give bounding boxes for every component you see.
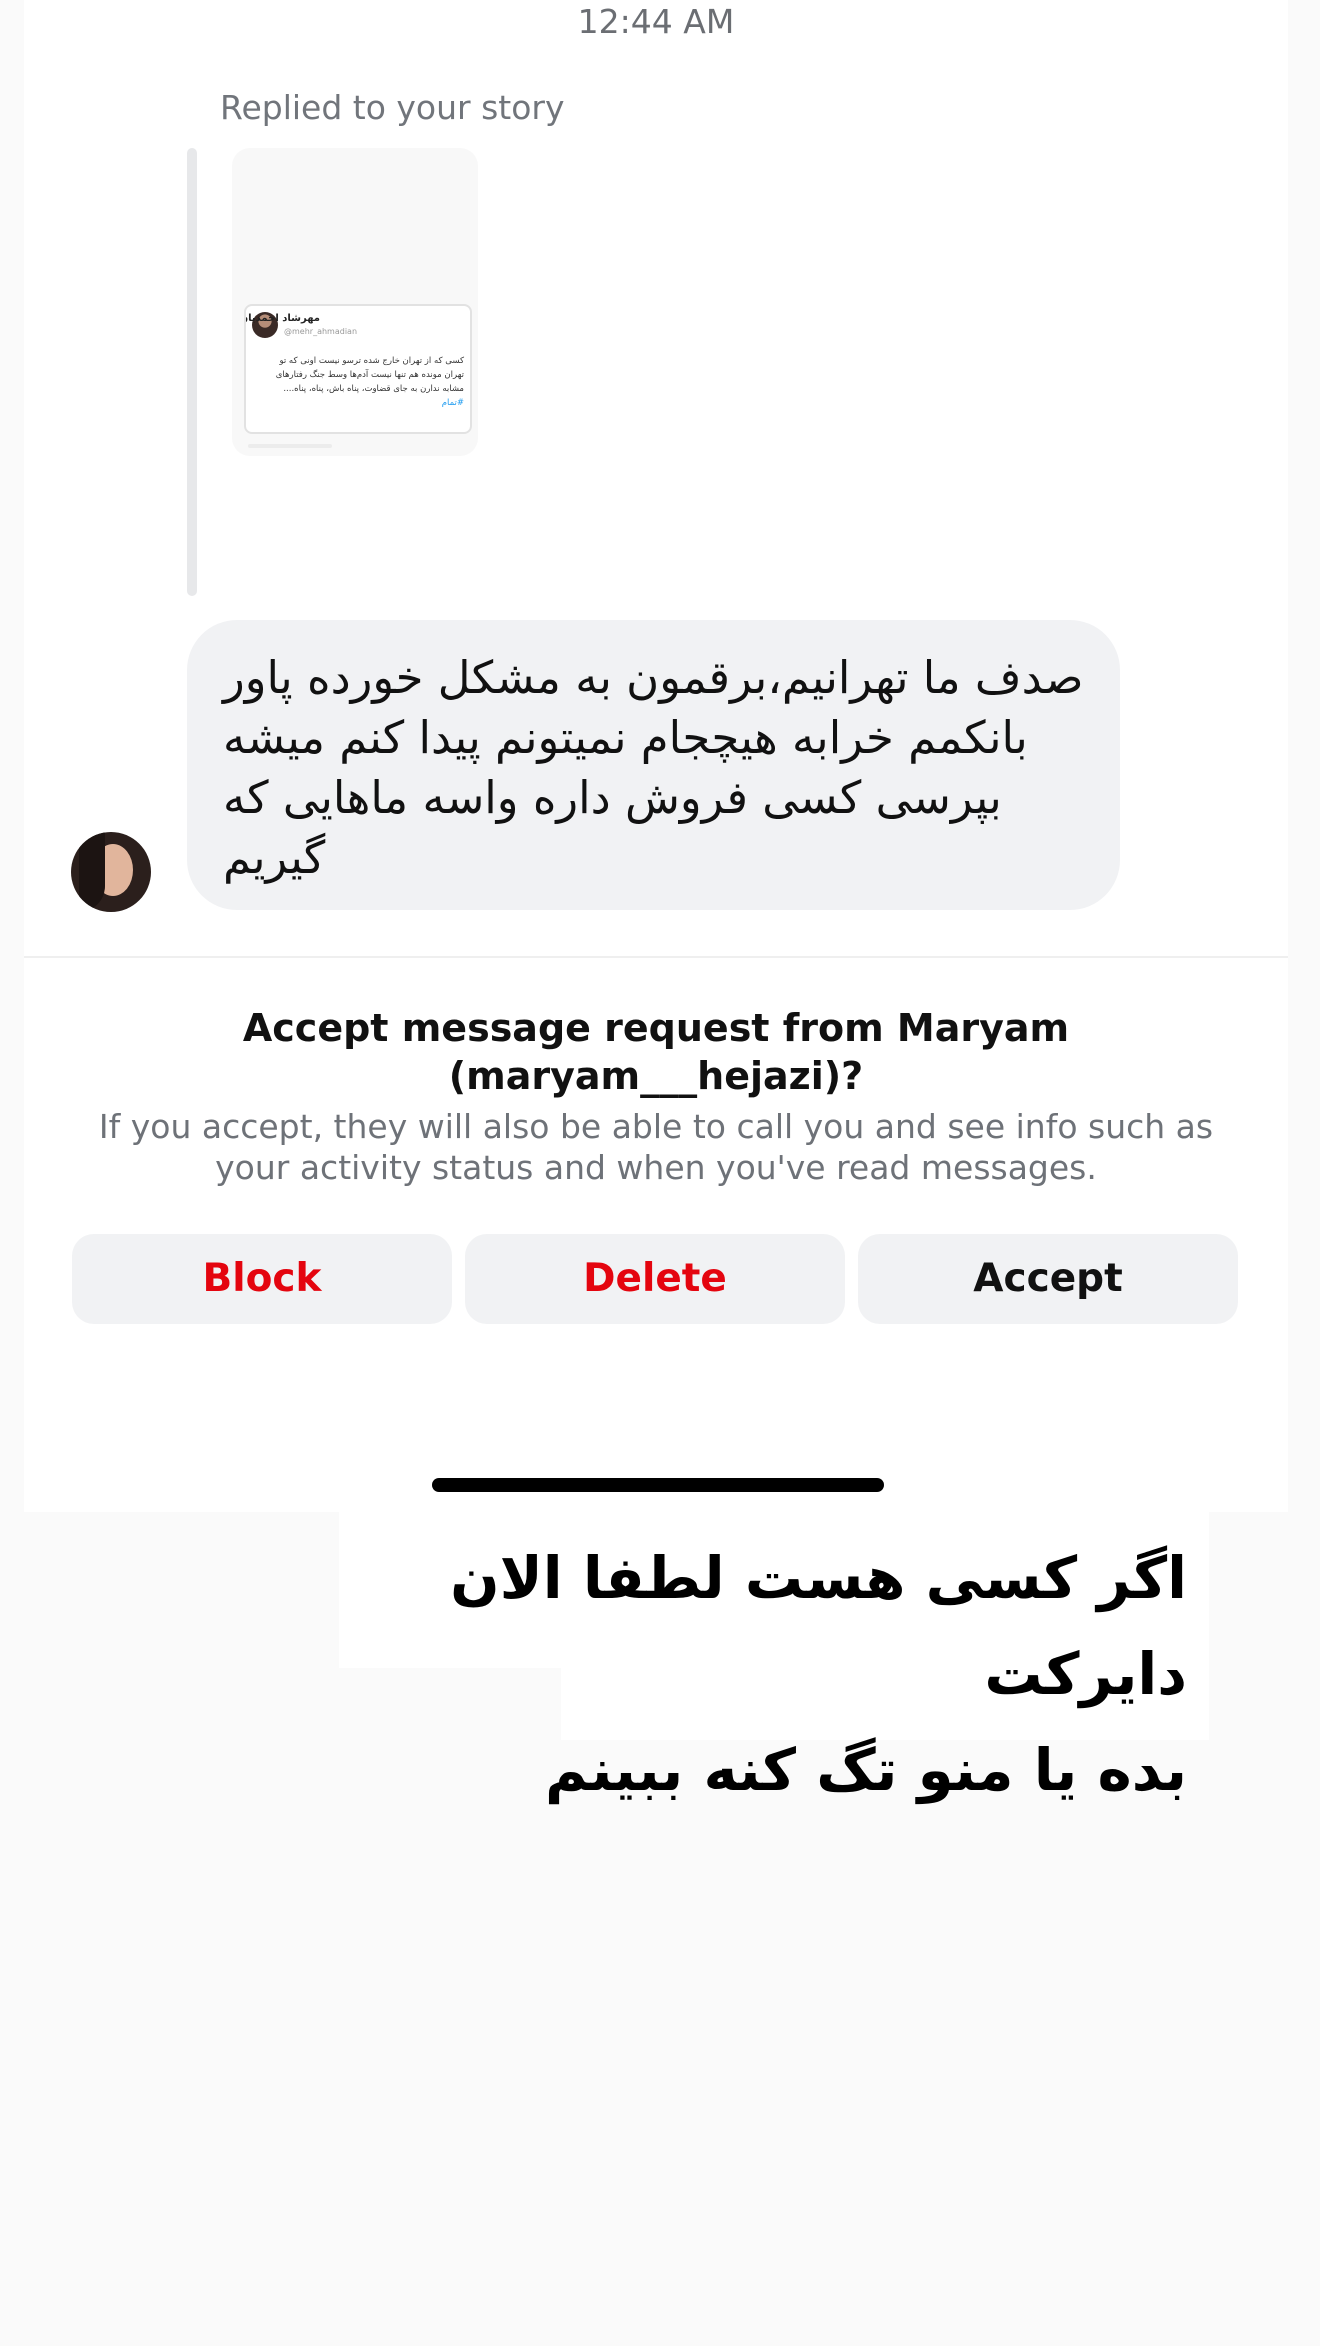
request-title: Accept message request from Maryam (mary…	[24, 1004, 1288, 1100]
sender-avatar[interactable]	[71, 832, 151, 912]
story-tweet-body: کسی که از تهران خارج شده ترسو نیست اونی …	[275, 356, 464, 394]
request-title-line1: Accept message request from Maryam	[242, 1006, 1070, 1050]
story-hashtag: #تمام	[441, 398, 464, 408]
home-indicator	[432, 1478, 884, 1492]
caption-line-2: بده یا منو تگ کنه ببینم	[544, 1736, 1187, 1804]
story-caption-placeholder	[248, 444, 332, 448]
story-tweet-card: مهرشاد احمدیان @mehr_ahmadian کسی که از …	[244, 304, 472, 434]
reply-quote-bar	[187, 148, 197, 596]
request-title-line2: (maryam___hejazi)?	[448, 1054, 864, 1098]
message-request-screen: 12:44 AM Replied to your story مهرشاد اح…	[24, 0, 1288, 1512]
message-text: صدف ما تهرانیم،برقمون به مشکل خورده پاور…	[223, 651, 1084, 884]
message-timestamp: 12:44 AM	[577, 2, 735, 41]
story-author-name: مهرشاد احمدیان	[244, 313, 320, 324]
accept-button[interactable]: Accept	[858, 1234, 1238, 1324]
avatar-hair	[79, 832, 105, 912]
story-thumbnail[interactable]: مهرشاد احمدیان @mehr_ahmadian کسی که از …	[232, 148, 478, 456]
message-bubble[interactable]: صدف ما تهرانیم،برقمون به مشکل خورده پاور…	[187, 620, 1120, 910]
story-author-handle: @mehr_ahmadian	[284, 327, 358, 336]
section-divider	[24, 956, 1288, 958]
caption-line-1: اگر کسی هست لطفا الان دایرکت	[450, 1544, 1187, 1708]
overlay-caption: اگر کسی هست لطفا الان دایرکت بده یا منو …	[339, 1530, 1187, 1818]
request-description: If you accept, they will also be able to…	[98, 1107, 1214, 1187]
delete-button[interactable]: Delete	[465, 1234, 845, 1324]
block-button[interactable]: Block	[72, 1234, 452, 1324]
story-tweet-text: کسی که از تهران خارج شده ترسو نیست اونی …	[264, 354, 464, 410]
replied-to-story-label: Replied to your story	[220, 88, 565, 127]
